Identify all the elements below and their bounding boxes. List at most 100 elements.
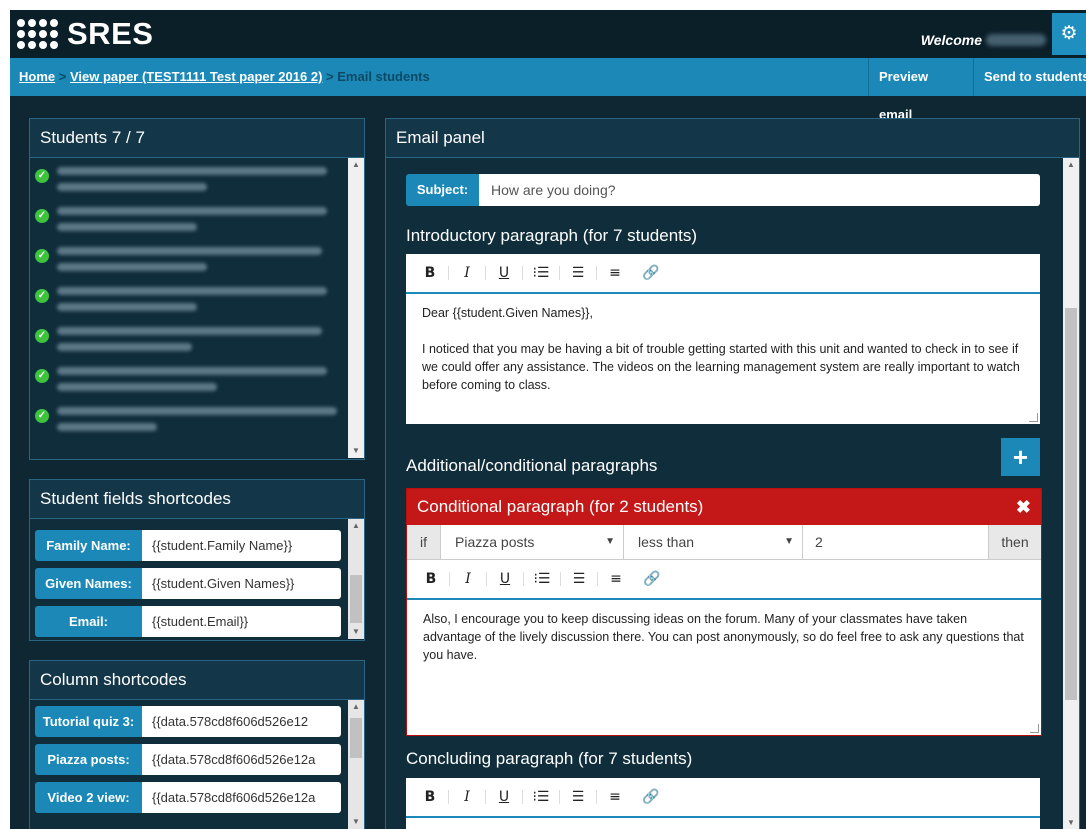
list-item[interactable]: ✓ bbox=[35, 203, 327, 239]
students-scrollbar[interactable]: ▲ ▼ bbox=[348, 158, 364, 458]
bullet-list-icon[interactable]: ☰ bbox=[564, 787, 592, 807]
check-icon: ✓ bbox=[35, 209, 49, 223]
shortcode-row-family-name[interactable]: Family Name: {{student.Family Name}} bbox=[35, 530, 341, 561]
underline-icon[interactable]: U bbox=[490, 787, 518, 807]
shortcode-row-tutorial-quiz[interactable]: Tutorial quiz 3: {{data.578cd8f606d526e1… bbox=[35, 706, 341, 737]
bullet-list-icon[interactable]: ☰ bbox=[565, 569, 593, 589]
list-item[interactable]: ✓ bbox=[35, 323, 322, 359]
students-panel-title: Students 7 / 7 bbox=[30, 119, 364, 158]
conditional-paragraph-title: Conditional paragraph (for 2 students) bbox=[417, 497, 704, 516]
subject-input[interactable]: How are you doing? bbox=[479, 174, 1040, 206]
scroll-down-icon[interactable]: ▼ bbox=[348, 444, 364, 458]
list-item[interactable]: ✓ bbox=[35, 363, 327, 399]
scroll-down-icon[interactable]: ▼ bbox=[1063, 816, 1079, 829]
redacted-student-text bbox=[57, 403, 337, 439]
bold-icon[interactable]: B bbox=[417, 569, 445, 589]
shortcode-value[interactable]: {{data.578cd8f606d526e12a bbox=[142, 782, 341, 813]
shortcode-label: Family Name: bbox=[35, 530, 142, 561]
scroll-thumb[interactable] bbox=[1065, 308, 1077, 700]
ordered-list-icon[interactable]: ⁝☰ bbox=[528, 569, 556, 589]
shortcode-value[interactable]: {{student.Email}} bbox=[142, 606, 341, 637]
scroll-thumb[interactable] bbox=[350, 575, 362, 623]
intro-paragraph-body: I noticed that you may be having a bit o… bbox=[422, 342, 1020, 392]
editor-toolbar: B I U ⁝☰ ☰ ≡ 🔗 bbox=[407, 560, 1041, 600]
align-left-icon[interactable]: ≡ bbox=[601, 263, 629, 283]
condition-field-select[interactable]: Piazza posts ▼ bbox=[440, 525, 623, 559]
shortcode-value[interactable]: {{data.578cd8f606d526e12 bbox=[142, 706, 341, 737]
list-item[interactable]: ✓ bbox=[35, 403, 337, 439]
italic-icon[interactable]: I bbox=[453, 787, 481, 807]
align-left-icon[interactable]: ≡ bbox=[601, 787, 629, 807]
check-icon: ✓ bbox=[35, 329, 49, 343]
redacted-student-text bbox=[57, 323, 322, 359]
shortcode-label: Email: bbox=[35, 606, 142, 637]
fields-scrollbar[interactable]: ▲ ▼ bbox=[348, 519, 364, 639]
columns-scrollbar[interactable]: ▲ ▼ bbox=[348, 700, 364, 829]
bold-icon[interactable]: B bbox=[416, 787, 444, 807]
ordered-list-icon[interactable]: ⁝☰ bbox=[527, 787, 555, 807]
shortcode-value[interactable]: {{data.578cd8f606d526e12a bbox=[142, 744, 341, 775]
close-icon[interactable]: ✖ bbox=[1016, 489, 1031, 525]
list-item[interactable]: ✓ bbox=[35, 283, 327, 319]
welcome-label: Welcome bbox=[920, 32, 982, 48]
editor-toolbar: B I U ⁝☰ ☰ ≡ 🔗 bbox=[406, 254, 1040, 294]
email-panel-title: Email panel bbox=[386, 119, 1079, 158]
scroll-up-icon[interactable]: ▲ bbox=[1063, 158, 1079, 172]
subject-label: Subject: bbox=[406, 174, 479, 206]
italic-icon[interactable]: I bbox=[453, 263, 481, 283]
preview-email-button[interactable]: Preview email bbox=[868, 58, 973, 122]
shortcode-row-given-names[interactable]: Given Names: {{student.Given Names}} bbox=[35, 568, 341, 599]
breadcrumb-bar: Home > View paper (TEST1111 Test paper 2… bbox=[10, 58, 1086, 122]
bullet-list-icon[interactable]: ☰ bbox=[564, 263, 592, 283]
resize-handle[interactable] bbox=[1029, 413, 1038, 422]
scroll-down-icon[interactable]: ▼ bbox=[348, 815, 364, 829]
intro-editor-text[interactable]: Dear {{student.Given Names}}, I noticed … bbox=[406, 294, 1040, 422]
link-icon[interactable]: 🔗 bbox=[637, 787, 665, 807]
email-panel-scrollbar[interactable]: ▲ ▼ bbox=[1063, 158, 1079, 829]
align-left-icon[interactable]: ≡ bbox=[602, 569, 630, 589]
italic-icon[interactable]: I bbox=[454, 569, 482, 589]
column-shortcodes-panel: Column shortcodes Tutorial quiz 3: {{dat… bbox=[29, 660, 365, 829]
condition-field-value: Piazza posts bbox=[455, 534, 535, 550]
scroll-up-icon[interactable]: ▲ bbox=[348, 158, 364, 172]
link-icon[interactable]: 🔗 bbox=[637, 263, 665, 283]
shortcode-row-email[interactable]: Email: {{student.Email}} bbox=[35, 606, 341, 637]
send-to-students-button[interactable]: Send to students bbox=[973, 58, 1086, 96]
email-panel-body: Subject: How are you doing? Introductory… bbox=[386, 158, 1062, 829]
scroll-up-icon[interactable]: ▲ bbox=[348, 700, 364, 714]
caret-down-icon: ▼ bbox=[605, 536, 615, 547]
breadcrumb-home-link[interactable]: Home bbox=[19, 69, 55, 84]
condition-value-input[interactable]: 2 bbox=[802, 525, 988, 559]
shortcode-row-piazza-posts[interactable]: Piazza posts: {{data.578cd8f606d526e12a bbox=[35, 744, 341, 775]
scroll-thumb[interactable] bbox=[350, 718, 362, 758]
check-icon: ✓ bbox=[35, 409, 49, 423]
shortcode-row-video-view[interactable]: Video 2 view: {{data.578cd8f606d526e12a bbox=[35, 782, 341, 813]
check-icon: ✓ bbox=[35, 249, 49, 263]
gear-icon: ⚙ bbox=[1060, 23, 1078, 44]
list-item[interactable]: ✓ bbox=[35, 243, 322, 279]
shortcode-label: Given Names: bbox=[35, 568, 142, 599]
top-bar: SRES Welcome ⚙ bbox=[10, 10, 1086, 58]
ordered-list-icon[interactable]: ⁝☰ bbox=[527, 263, 555, 283]
underline-icon[interactable]: U bbox=[491, 569, 519, 589]
plus-icon: + bbox=[1012, 442, 1029, 472]
shortcode-value[interactable]: {{student.Family Name}} bbox=[142, 530, 341, 561]
breadcrumb-separator: > bbox=[326, 69, 334, 84]
underline-icon[interactable]: U bbox=[490, 263, 518, 283]
bold-icon[interactable]: B bbox=[416, 263, 444, 283]
breadcrumb-view-paper-link[interactable]: View paper (TEST1111 Test paper 2016 2) bbox=[70, 69, 322, 84]
add-paragraph-button[interactable]: + bbox=[1001, 438, 1040, 476]
conditional-editor-text[interactable]: Also, I encourage you to keep discussing… bbox=[407, 600, 1041, 692]
list-item[interactable]: ✓ bbox=[35, 163, 327, 199]
scroll-down-icon[interactable]: ▼ bbox=[348, 625, 364, 639]
scroll-up-icon[interactable]: ▲ bbox=[348, 519, 364, 533]
shortcode-value[interactable]: {{student.Given Names}} bbox=[142, 568, 341, 599]
condition-operator-select[interactable]: less than ▼ bbox=[623, 525, 802, 559]
settings-button[interactable]: ⚙ bbox=[1052, 13, 1086, 55]
link-icon[interactable]: 🔗 bbox=[638, 569, 666, 589]
sres-logo[interactable]: SRES bbox=[17, 16, 153, 52]
redacted-student-text bbox=[57, 283, 327, 319]
resize-handle[interactable] bbox=[1030, 724, 1039, 733]
breadcrumb-current: Email students bbox=[337, 69, 430, 84]
conditional-paragraph: Conditional paragraph (for 2 students) ✖… bbox=[406, 488, 1042, 736]
